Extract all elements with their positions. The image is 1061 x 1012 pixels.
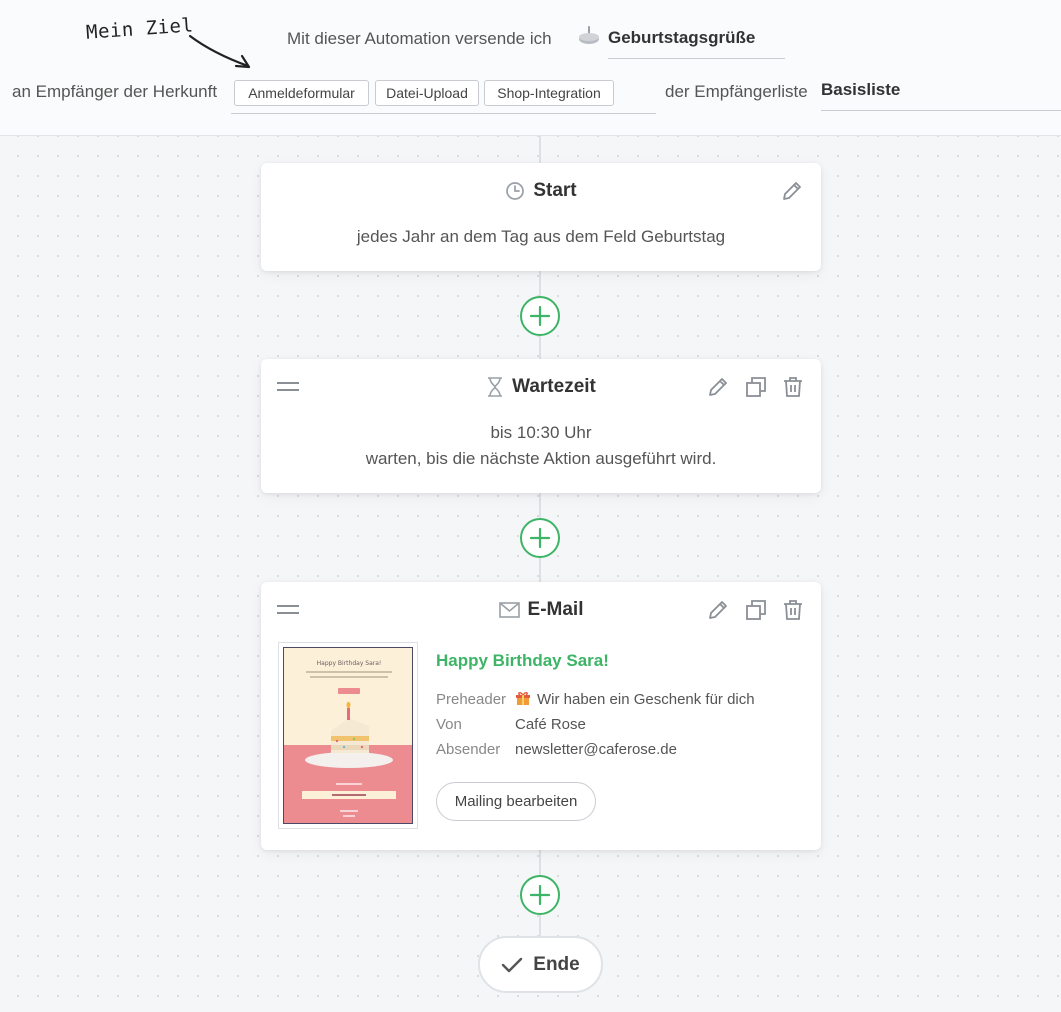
- origin-chip-signup-form[interactable]: Anmeldeformular: [234, 80, 369, 106]
- plus-icon: [529, 527, 551, 549]
- delete-wait-icon[interactable]: [781, 375, 805, 399]
- origin-label: an Empfänger der Herkunft: [12, 82, 218, 101]
- add-step-button[interactable]: [520, 518, 560, 558]
- duplicate-email-icon[interactable]: [744, 598, 768, 622]
- birthday-mailing-preview: Happy Birthday Sara!: [284, 648, 412, 823]
- automation-header: Mein Ziel Mit dieser Automation versende…: [0, 0, 1061, 136]
- recipient-list-label: der Empfängerliste: [665, 82, 808, 101]
- from-value: Café Rose: [515, 716, 586, 733]
- gift-icon: [516, 692, 530, 705]
- delete-email-icon[interactable]: [781, 598, 805, 622]
- start-description: jedes Jahr an dem Tag aus dem Feld Gebur…: [356, 227, 726, 246]
- edit-mailing-button[interactable]: Mailing bearbeiten: [436, 782, 596, 821]
- purpose-select[interactable]: Geburtstagsgrüße: [608, 28, 785, 59]
- duplicate-wait-icon[interactable]: [744, 375, 768, 399]
- plus-icon: [529, 305, 551, 327]
- annotation-arrow-icon: [188, 34, 251, 69]
- sender-value: newsletter@caferose.de: [515, 741, 677, 758]
- wait-explanation: warten, bis die nächste Aktion ausgeführ…: [365, 449, 717, 468]
- automation-editor: Mein Ziel Mit dieser Automation versende…: [0, 0, 1061, 1012]
- recipient-list-select[interactable]: Basisliste: [821, 80, 1061, 111]
- clock-icon: [506, 182, 525, 200]
- end-node[interactable]: Ende: [478, 936, 603, 993]
- start-card: Start jedes Jahr an dem Tag aus dem Feld…: [261, 163, 821, 271]
- edit-start-icon[interactable]: [780, 179, 804, 203]
- wait-time: bis 10:30 Uhr: [490, 423, 592, 442]
- add-step-button[interactable]: [520, 296, 560, 336]
- email-card: E-Mail Happy Birthday Sara! Happy Birthd…: [261, 582, 821, 850]
- preheader-value: Wir haben ein Geschenk für dich: [537, 691, 755, 708]
- edit-email-icon[interactable]: [706, 598, 730, 622]
- goal-annotation: Mein Ziel: [85, 14, 195, 44]
- cake-icon: [579, 26, 599, 44]
- mailing-thumbnail[interactable]: Happy Birthday Sara!: [278, 642, 418, 829]
- flow-connector: [539, 136, 541, 164]
- envelope-icon: [498, 602, 520, 618]
- plus-icon: [529, 884, 551, 906]
- origin-chip-file-upload[interactable]: Datei-Upload: [375, 80, 479, 106]
- hourglass-icon: [488, 377, 503, 397]
- wait-title: Wartezeit: [512, 376, 596, 397]
- wait-card: Wartezeit bis 10:30 Uhr warten, bis die …: [261, 359, 821, 493]
- wait-description: bis 10:30 Uhr warten, bis die nächste Ak…: [261, 420, 821, 472]
- origin-chip-shop-integration[interactable]: Shop-Integration: [484, 80, 614, 106]
- edit-wait-icon[interactable]: [706, 375, 730, 399]
- purpose-label: Mit dieser Automation versende ich: [287, 29, 552, 48]
- email-title: E-Mail: [527, 599, 584, 620]
- start-title: Start: [533, 180, 577, 201]
- checkmark-icon: [502, 957, 523, 972]
- preheader-label: Preheader: [436, 691, 507, 708]
- sender-label: Absender: [436, 741, 501, 758]
- origin-select[interactable]: Anmeldeformular Datei-Upload Shop-Integr…: [231, 77, 656, 114]
- mailing-subject: Happy Birthday Sara!: [436, 651, 609, 670]
- from-label: Von: [436, 716, 462, 733]
- thumbnail-heading: Happy Birthday Sara!: [317, 660, 382, 667]
- end-label: Ende: [533, 953, 580, 975]
- add-step-button[interactable]: [520, 875, 560, 915]
